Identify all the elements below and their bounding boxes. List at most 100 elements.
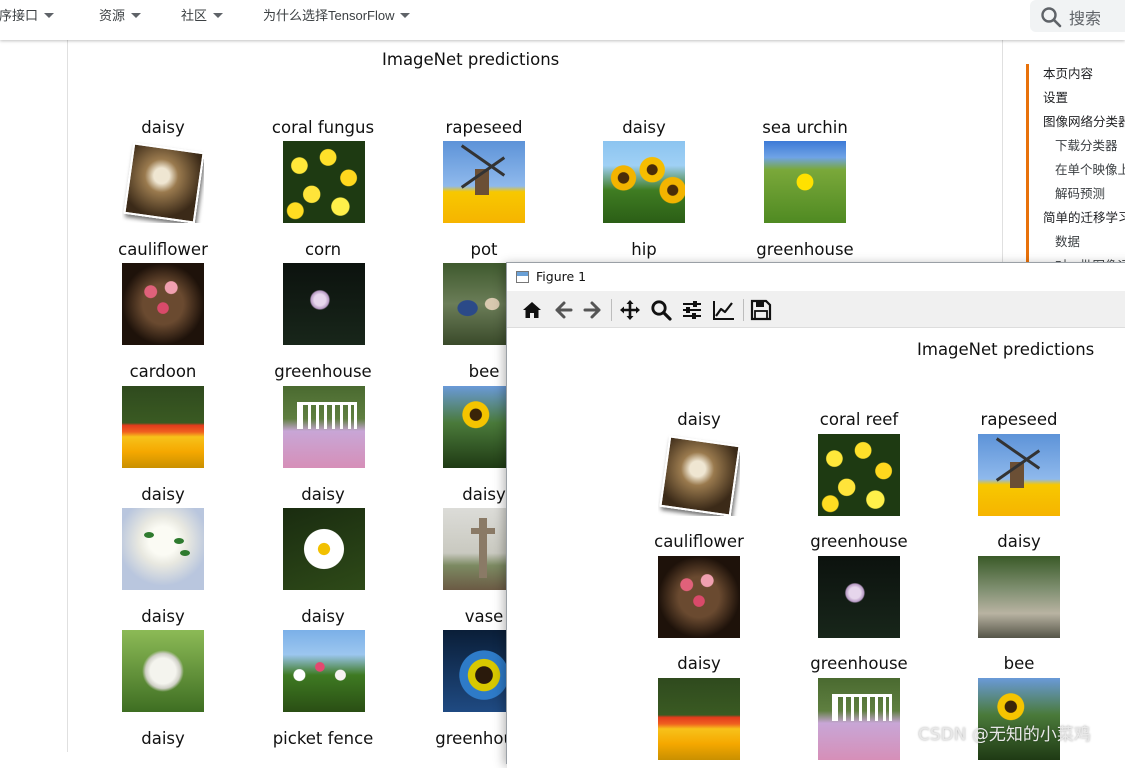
main-figure-title: ImageNet predictions bbox=[382, 50, 560, 69]
prediction-label: picket fence bbox=[272, 729, 374, 748]
toc-subitem[interactable]: 数据 bbox=[1055, 231, 1080, 250]
toc-item[interactable]: 设置 bbox=[1043, 87, 1068, 106]
chevron-down-icon bbox=[213, 13, 224, 18]
thumbnail-image bbox=[658, 556, 740, 638]
figure-window[interactable]: Figure 1 ImageNet predictions daisy cora… bbox=[506, 262, 1125, 768]
thumbnail-image bbox=[283, 263, 365, 345]
prediction-label: rapeseed bbox=[445, 118, 523, 137]
toolbar-separator bbox=[743, 299, 744, 321]
prediction-label: daisy bbox=[141, 607, 185, 626]
nav-item-label: 资源 bbox=[99, 8, 126, 23]
top-navigation: 程序接口 资源 社区 为什么选择TensorFlow 搜索 bbox=[0, 0, 1125, 40]
search-input[interactable]: 搜索 bbox=[1030, 0, 1125, 32]
figure-canvas[interactable]: ImageNet predictions daisy coral reef ra… bbox=[507, 328, 1125, 768]
pan-icon bbox=[620, 300, 640, 320]
prediction-label: greenhouse bbox=[274, 362, 372, 381]
prediction-label: daisy bbox=[677, 654, 721, 673]
nav-item-community[interactable]: 社区 bbox=[181, 0, 224, 32]
toc-subitem[interactable]: 下载分类器 bbox=[1055, 135, 1118, 154]
save-icon bbox=[750, 299, 772, 321]
thumbnail-image bbox=[283, 386, 365, 468]
thumbnail-image bbox=[978, 556, 1060, 638]
zoom-button[interactable] bbox=[648, 297, 674, 323]
save-button[interactable] bbox=[748, 297, 774, 323]
thumbnail-image bbox=[603, 141, 685, 223]
home-icon bbox=[523, 302, 541, 318]
toc-subitem[interactable]: 解码预测 bbox=[1055, 183, 1105, 202]
edit-axis-icon bbox=[713, 301, 734, 320]
prediction-label: daisy bbox=[141, 118, 185, 137]
figure-plot-title: ImageNet predictions bbox=[917, 340, 1095, 359]
nav-item-label: 程序接口 bbox=[0, 8, 39, 23]
prediction-label: greenhouse bbox=[810, 532, 908, 551]
prediction-label: cardoon bbox=[129, 362, 197, 381]
figure-toolbar bbox=[507, 291, 1125, 328]
prediction-label: bee bbox=[1003, 654, 1035, 673]
prediction-label: corn bbox=[304, 240, 342, 259]
prediction-label: greenhouse bbox=[810, 654, 908, 673]
prediction-label: daisy bbox=[301, 485, 345, 504]
prediction-label: coral fungus bbox=[271, 118, 375, 137]
prediction-label: pot bbox=[470, 240, 498, 259]
prediction-label: daisy bbox=[622, 118, 666, 137]
window-titlebar[interactable]: Figure 1 bbox=[507, 263, 1125, 291]
prediction-label: daisy bbox=[141, 729, 185, 748]
prediction-label: hip bbox=[631, 240, 657, 259]
search-placeholder: 搜索 bbox=[1069, 9, 1102, 28]
prediction-label: rapeseed bbox=[980, 410, 1058, 429]
thumbnail-image bbox=[818, 556, 900, 638]
prediction-label: sea urchin bbox=[762, 118, 848, 137]
thumbnail-image bbox=[818, 678, 900, 760]
toc-item[interactable]: 图像网络分类器 bbox=[1043, 111, 1125, 130]
nav-item-resources[interactable]: 资源 bbox=[99, 0, 142, 32]
thumbnail-image bbox=[283, 141, 365, 223]
thumbnail-image bbox=[283, 630, 365, 712]
chevron-down-icon bbox=[400, 13, 411, 18]
home-button[interactable] bbox=[519, 297, 545, 323]
toc-active-indicator bbox=[1026, 64, 1029, 264]
thumbnail-image bbox=[122, 630, 204, 712]
search-icon bbox=[1041, 7, 1062, 28]
configure-subplots-icon bbox=[683, 301, 701, 319]
thumbnail-image bbox=[978, 678, 1060, 760]
thumbnail-image bbox=[122, 141, 204, 223]
back-button[interactable] bbox=[550, 297, 576, 323]
nav-item-why-tensorflow[interactable]: 为什么选择TensorFlow bbox=[263, 0, 411, 32]
edit-axis-button[interactable] bbox=[710, 297, 736, 323]
configure-subplots-button[interactable] bbox=[679, 297, 705, 323]
thumbnail-image bbox=[658, 434, 740, 516]
csdn-watermark: CSDN @无知的小菜鸡 bbox=[918, 725, 1091, 745]
nav-item-api[interactable]: 程序接口 bbox=[0, 0, 55, 32]
thumbnail-image bbox=[443, 141, 525, 223]
window-title: Figure 1 bbox=[536, 269, 587, 284]
prediction-label: greenhouse bbox=[756, 240, 854, 259]
chevron-down-icon bbox=[44, 13, 55, 18]
prediction-label: daisy bbox=[301, 607, 345, 626]
thumbnail-image bbox=[764, 141, 846, 223]
toc-subitem[interactable]: 在单个映像上运行 bbox=[1055, 159, 1125, 178]
toc-heading: 本页内容 bbox=[1043, 66, 1094, 81]
nav-item-label: 为什么选择TensorFlow bbox=[263, 8, 395, 23]
thumbnail-image bbox=[122, 386, 204, 468]
window-app-icon bbox=[516, 271, 529, 283]
toolbar-separator bbox=[611, 299, 612, 321]
content-divider-left bbox=[67, 40, 68, 752]
forward-button[interactable] bbox=[580, 297, 606, 323]
thumbnail-image bbox=[283, 508, 365, 590]
prediction-label: cauliflower bbox=[654, 532, 744, 551]
back-icon bbox=[555, 301, 573, 319]
thumbnail-image bbox=[658, 678, 740, 760]
nav-item-label: 社区 bbox=[181, 8, 208, 23]
forward-icon bbox=[583, 301, 601, 319]
prediction-label: daisy bbox=[997, 532, 1041, 551]
pan-button[interactable] bbox=[617, 297, 643, 323]
thumbnail-image bbox=[122, 508, 204, 590]
prediction-label: daisy bbox=[141, 485, 185, 504]
toc-item[interactable]: 简单的迁移学习 bbox=[1043, 207, 1125, 226]
thumbnail-image bbox=[818, 434, 900, 516]
thumbnail-image bbox=[978, 434, 1060, 516]
prediction-label: cauliflower bbox=[118, 240, 208, 259]
chevron-down-icon bbox=[131, 13, 142, 18]
thumbnail-image bbox=[122, 263, 204, 345]
prediction-label: coral reef bbox=[819, 410, 899, 429]
